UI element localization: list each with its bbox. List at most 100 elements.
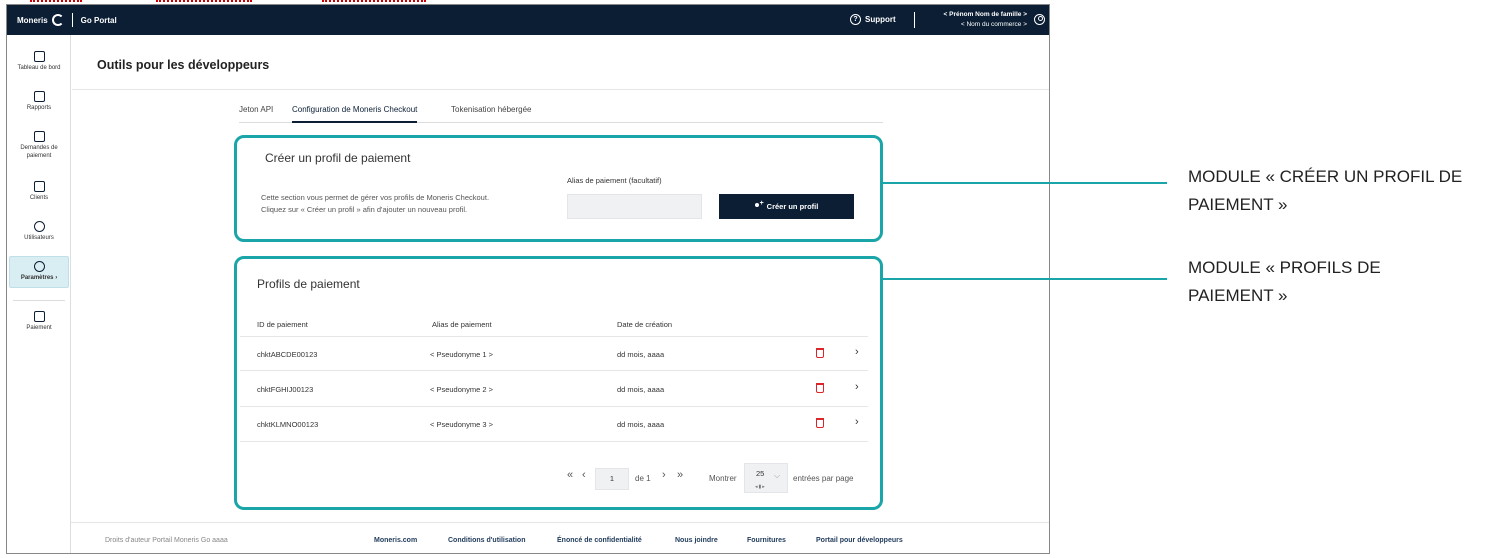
profile-alias: < Pseudonyme 1 > (430, 350, 493, 359)
sidebar-item-label: Tableau de bord (17, 65, 61, 71)
sidebar-item-label: Clients (29, 195, 49, 201)
chevron-right-icon[interactable]: › (855, 381, 859, 393)
help-icon: ? (850, 14, 861, 25)
per-page-select[interactable]: 25 ⌵ ◂▮▸ (744, 463, 788, 493)
pagination: « ‹ 1 de 1 › » Montrer 25 ⌵ ◂▮▸ entrées … (567, 463, 867, 493)
footer-link-terms[interactable]: Conditions d'utilisation (448, 537, 526, 544)
sidebar-item-label: Paramètres › (20, 275, 58, 281)
annotation-mark (30, 0, 82, 2)
sidebar-item-users[interactable]: Utilisateurs (9, 221, 69, 242)
footer-link-moneris[interactable]: Moneris.com (374, 537, 417, 544)
last-page-button[interactable]: » (677, 469, 683, 481)
footer-link-contact[interactable]: Nous joindre (675, 537, 718, 544)
chevron-right-icon[interactable]: › (855, 346, 859, 358)
alias-input[interactable] (567, 194, 702, 219)
tab-bar: Jeton API Configuration de Moneris Check… (239, 105, 883, 123)
gear-icon (33, 261, 45, 272)
page-title: Outils pour les développeurs (97, 58, 270, 72)
create-profile-description: Cette section vous permet de gérer vos p… (261, 193, 490, 214)
footer: Droits d'auteur Portail Moneris Go aaaa … (71, 522, 1049, 554)
page-count: de 1 (635, 474, 651, 483)
brand-divider (71, 13, 73, 27)
payment-terminal-icon (33, 311, 45, 322)
brand-name: Moneris (17, 15, 48, 25)
report-icon (33, 91, 45, 102)
person-add-icon (754, 200, 764, 210)
profile-date: dd mois, aaaa (617, 350, 665, 359)
merchant-name: < Nom du commerce > (960, 21, 1027, 28)
support-link[interactable]: ? Support (850, 14, 896, 25)
tab-hosted-tokenization[interactable]: Tokenisation hébergée (451, 105, 532, 123)
sidebar-divider (13, 300, 65, 301)
top-bar: Moneris Go Portal ? Support < Prénom Nom… (7, 5, 1049, 35)
table-row[interactable]: chktKLMNO00123 < Pseudonyme 3 > dd mois,… (240, 407, 868, 442)
profile-alias: < Pseudonyme 2 > (430, 385, 493, 394)
show-label: Montrer (709, 474, 737, 483)
payment-profiles-module: Profils de paiement ID de paiement Alias… (234, 256, 883, 510)
callout-line-create (883, 182, 1167, 184)
create-profile-button-label: Créer un profil (766, 202, 819, 211)
column-header-id: ID de paiement (257, 320, 308, 329)
sidebar-item-payment[interactable]: Paiement (9, 311, 69, 332)
brand-logo[interactable]: Moneris Go Portal (17, 13, 117, 27)
sidebar-item-label: Demandes de paiement (20, 145, 58, 159)
client-icon (33, 181, 45, 192)
header-divider (72, 89, 1049, 90)
create-profile-module: Créer un profil de paiement Cette sectio… (234, 135, 883, 242)
annotated-screenshot: Moneris Go Portal ? Support < Prénom Nom… (0, 0, 1498, 558)
profile-alias: < Pseudonyme 3 > (430, 420, 493, 429)
profile-date: dd mois, aaaa (617, 385, 665, 394)
payment-profiles-title: Profils de paiement (257, 277, 360, 291)
users-icon (33, 221, 45, 232)
footer-copyright: Droits d'auteur Portail Moneris Go aaaa (105, 537, 228, 544)
sidebar-item-label: Utilisateurs (24, 235, 54, 241)
per-page-value: 25 (756, 469, 765, 478)
profile-date: dd mois, aaaa (617, 420, 665, 429)
sidebar-item-label: Paiement (26, 325, 52, 331)
footer-link-privacy[interactable]: Énoncé de confidentialité (557, 537, 642, 544)
sidebar-item-payment-requests[interactable]: Demandes de paiement (9, 131, 69, 160)
profile-id: chktABCDE00123 (257, 350, 318, 359)
trash-icon[interactable] (816, 383, 824, 393)
annotation-mark (322, 0, 426, 2)
user-name: < Prénom Nom de famille > (943, 11, 1027, 18)
tab-api-token[interactable]: Jeton API (239, 105, 273, 123)
trash-icon[interactable] (816, 348, 824, 358)
footer-link-developers[interactable]: Portail pour développeurs (816, 537, 903, 544)
moneris-logo-icon (51, 14, 64, 26)
next-page-button[interactable]: › (662, 469, 666, 481)
column-header-date: Date de création (617, 320, 673, 329)
annotation-mark (156, 0, 252, 2)
payment-request-icon (33, 131, 45, 142)
per-page-suffix: entrées par page (793, 474, 854, 483)
create-profile-title: Créer un profil de paiement (265, 151, 411, 165)
sidebar-item-settings[interactable]: Paramètres › (9, 256, 69, 288)
alias-field-label: Alias de paiement (facultatif) (567, 176, 662, 185)
sidebar-item-dashboard[interactable]: Tableau de bord (9, 51, 69, 72)
first-page-button[interactable]: « (567, 469, 573, 481)
footer-link-supplies[interactable]: Fournitures (747, 537, 786, 544)
sidebar: Tableau de bord Rapports Demandes de pai… (7, 35, 71, 553)
sidebar-item-reports[interactable]: Rapports (9, 91, 69, 112)
create-profile-button[interactable]: Créer un profil (719, 194, 854, 219)
table-row[interactable]: chktABCDE00123 < Pseudonyme 1 > dd mois,… (240, 336, 868, 371)
chevron-right-icon[interactable]: › (855, 416, 859, 428)
sidebar-item-clients[interactable]: Clients (9, 181, 69, 202)
prev-page-button[interactable]: ‹ (582, 469, 586, 481)
page-number-input[interactable]: 1 (595, 468, 629, 490)
callout-create-module: MODULE « CRÉER UN PROFIL DE PAIEMENT » (1188, 167, 1463, 214)
table-row[interactable]: chktFGHIJ00123 < Pseudonyme 2 > dd mois,… (240, 372, 868, 407)
topbar-divider (914, 12, 915, 28)
tab-moneris-checkout-config[interactable]: Configuration de Moneris Checkout (292, 105, 418, 123)
column-header-alias: Alias de paiement (432, 320, 492, 329)
dashboard-icon (33, 51, 45, 62)
stepper-handle-icon: ◂▮▸ (755, 484, 766, 490)
user-menu[interactable]: < Prénom Nom de famille > < Nom du comme… (923, 10, 1027, 30)
user-profile-icon[interactable] (1034, 14, 1045, 25)
callout-line-profiles (883, 278, 1167, 280)
support-label: Support (865, 15, 896, 24)
profile-id: chktKLMNO00123 (257, 420, 319, 429)
profile-id: chktFGHIJ00123 (257, 385, 314, 394)
product-name: Go Portal (80, 15, 117, 25)
trash-icon[interactable] (816, 418, 824, 428)
